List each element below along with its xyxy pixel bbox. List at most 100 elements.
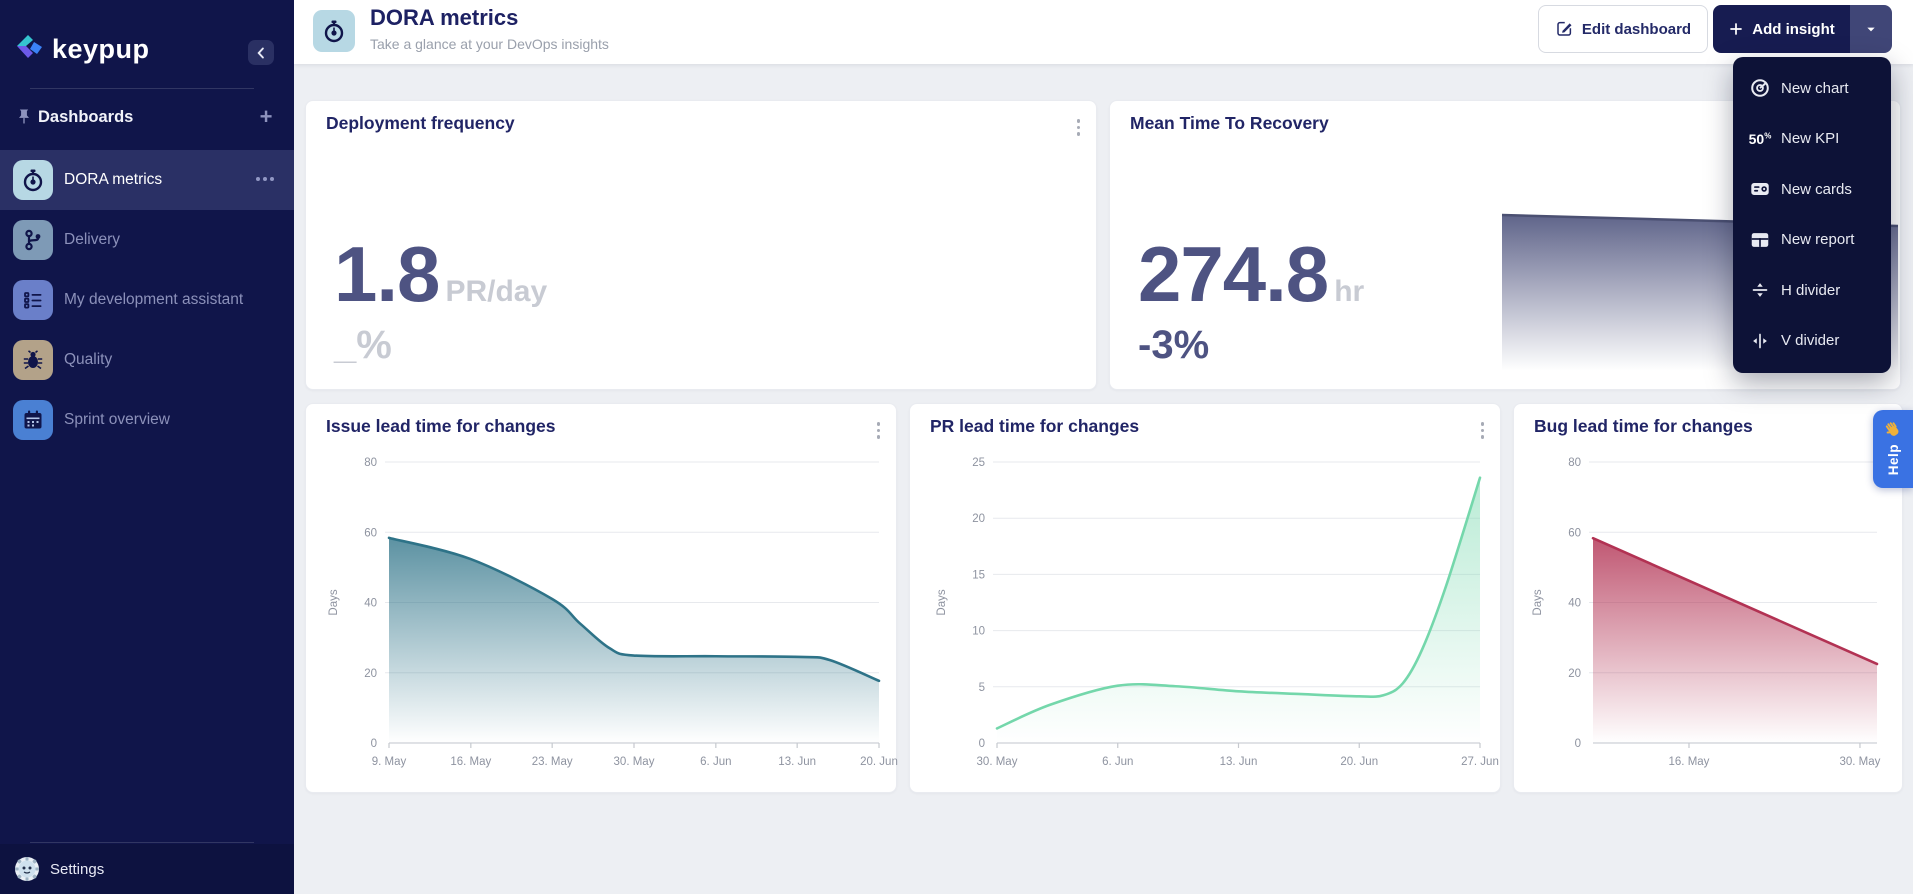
hand-wave-icon bbox=[1883, 420, 1903, 440]
caret-down-icon bbox=[1863, 21, 1879, 37]
svg-text:40: 40 bbox=[364, 598, 377, 610]
svg-text:Days: Days bbox=[936, 589, 948, 615]
kpi-unit: hr bbox=[1334, 275, 1365, 308]
kpi-delta: -3% bbox=[1138, 323, 1210, 367]
svg-text:13. Jun: 13. Jun bbox=[1220, 756, 1258, 768]
sidebar-item-dora-metrics[interactable]: DORA metrics bbox=[0, 150, 294, 210]
svg-text:10: 10 bbox=[972, 626, 985, 638]
sidebar-item-label: Delivery bbox=[64, 231, 120, 248]
menu-item-h-divider[interactable]: H divider bbox=[1733, 265, 1891, 316]
svg-text:60: 60 bbox=[364, 527, 377, 539]
sidebar-item-label: Sprint overview bbox=[64, 411, 170, 428]
logo-row: keypup bbox=[0, 28, 294, 72]
pencil-square-icon bbox=[1555, 20, 1573, 38]
gear-avatar-icon bbox=[14, 856, 40, 882]
chevron-left-icon bbox=[252, 44, 270, 62]
menu-item-label: New KPI bbox=[1781, 130, 1840, 148]
svg-text:0: 0 bbox=[1575, 738, 1581, 750]
svg-text:80: 80 bbox=[364, 457, 377, 469]
pr-lead-time-chart: 0 5 10 15 20 25 30. May 6. Jun 13. Jun 20. Jun 27.… bbox=[936, 457, 1499, 768]
chart-card-bug-lead-time: 0 20 40 60 80 16. May 30. May Days Bug lead tim… bbox=[1513, 403, 1903, 793]
svg-text:6. Jun: 6. Jun bbox=[1102, 756, 1133, 768]
add-insight-button[interactable]: Add insight bbox=[1713, 5, 1850, 53]
svg-text:20: 20 bbox=[364, 668, 377, 680]
stopwatch-icon bbox=[13, 160, 53, 200]
menu-item-label: V divider bbox=[1781, 332, 1840, 350]
svg-text:20. Jun: 20. Jun bbox=[860, 756, 898, 768]
kpi-delta: _% bbox=[334, 323, 392, 367]
sidebar-item-sprint-overview[interactable]: Sprint overview bbox=[0, 390, 294, 450]
sidebar-footer-divider bbox=[30, 842, 254, 843]
svg-text:30. May: 30. May bbox=[977, 756, 1018, 768]
issue-lead-time-chart: 0 20 40 60 80 9. May 16. May 23. May 30. May 6. J… bbox=[328, 457, 898, 768]
sidebar-item-delivery[interactable]: Delivery bbox=[0, 210, 294, 270]
kpi-value: 274.8 bbox=[1138, 230, 1329, 318]
menu-item-label: New report bbox=[1781, 231, 1855, 249]
card-title: PR lead time for changes bbox=[930, 416, 1140, 436]
menu-item-v-divider[interactable]: V divider bbox=[1733, 316, 1891, 367]
help-button[interactable]: Help bbox=[1873, 410, 1913, 488]
donut-chart-icon bbox=[1747, 77, 1773, 99]
card-title: Mean Time To Recovery bbox=[1130, 113, 1329, 133]
menu-item-label: New cards bbox=[1781, 180, 1852, 198]
svg-text:20: 20 bbox=[1568, 668, 1581, 680]
svg-text:9. May: 9. May bbox=[372, 756, 407, 768]
kpi-unit: PR/day bbox=[445, 275, 548, 308]
sidebar-collapse-button[interactable] bbox=[248, 40, 274, 65]
svg-text:15: 15 bbox=[972, 569, 985, 581]
svg-text:40: 40 bbox=[1568, 598, 1581, 610]
main-area: DORA metrics Take a glance at your DevOp… bbox=[294, 0, 1913, 894]
card-title: Bug lead time for changes bbox=[1534, 416, 1753, 436]
svg-text:0: 0 bbox=[371, 738, 377, 750]
sidebar-item-my-development-assistant[interactable]: My development assistant bbox=[0, 270, 294, 330]
dashboards-section-header: Dashboards + bbox=[0, 104, 294, 134]
sidebar-item-quality[interactable]: Quality bbox=[0, 330, 294, 390]
menu-item-new-kpi[interactable]: 50% New KPI bbox=[1733, 114, 1891, 165]
page-title: DORA metrics bbox=[370, 5, 519, 30]
page-subtitle: Take a glance at your DevOps insights bbox=[370, 36, 609, 52]
svg-text:20: 20 bbox=[972, 513, 985, 525]
card-menu-button[interactable] bbox=[1074, 116, 1084, 139]
svg-text:16. May: 16. May bbox=[1669, 756, 1710, 768]
card-menu-button[interactable] bbox=[874, 419, 884, 442]
dashboards-section-title: Dashboards bbox=[38, 108, 134, 126]
item-more-menu-button[interactable] bbox=[256, 177, 274, 181]
chart-card-issue-lead-time: 0 20 40 60 80 9. May 16. May 23. May 30. May 6. J… bbox=[305, 403, 898, 793]
svg-text:30. May: 30. May bbox=[614, 756, 655, 768]
menu-item-new-chart[interactable]: New chart bbox=[1733, 63, 1891, 114]
edit-dashboard-button[interactable]: Edit dashboard bbox=[1538, 5, 1708, 53]
svg-text:16. May: 16. May bbox=[450, 756, 491, 768]
percent-50-icon: 50% bbox=[1748, 130, 1772, 147]
svg-text:5: 5 bbox=[979, 682, 985, 694]
bug-icon bbox=[13, 340, 53, 380]
sidebar-divider bbox=[30, 88, 254, 89]
keypup-logo-icon bbox=[17, 35, 42, 58]
menu-item-new-cards[interactable]: New cards bbox=[1733, 164, 1891, 215]
svg-text:27. Jun: 27. Jun bbox=[1461, 756, 1499, 768]
svg-text:6. Jun: 6. Jun bbox=[700, 756, 731, 768]
kpi-value-row: 1.8 PR/day bbox=[334, 229, 547, 320]
page-header: DORA metrics Take a glance at your DevOp… bbox=[294, 0, 1913, 64]
sidebar: keypup Dashboards + DORA metrics Deliver… bbox=[0, 0, 294, 894]
add-insight-split-button: Add insight bbox=[1713, 5, 1892, 53]
cards-icon bbox=[1747, 178, 1773, 200]
sidebar-item-label: My development assistant bbox=[64, 291, 244, 308]
logo-text: keypup bbox=[52, 34, 150, 64]
dashboard-icon-badge bbox=[313, 10, 355, 52]
stopwatch-icon bbox=[322, 19, 346, 43]
svg-text:23. May: 23. May bbox=[532, 756, 573, 768]
card-title: Issue lead time for changes bbox=[326, 416, 556, 436]
menu-item-new-report[interactable]: New report bbox=[1733, 215, 1891, 266]
card-menu-button[interactable] bbox=[1478, 419, 1488, 442]
menu-item-label: New chart bbox=[1781, 79, 1849, 97]
svg-text:Days: Days bbox=[1532, 589, 1544, 615]
kpi-card-deployment-frequency: Deployment frequency 1.8 PR/day _% bbox=[305, 100, 1097, 390]
sidebar-item-settings[interactable]: Settings bbox=[0, 844, 294, 894]
settings-label: Settings bbox=[50, 860, 105, 878]
v-divider-icon bbox=[1747, 330, 1773, 352]
add-insight-dropdown-button[interactable] bbox=[1850, 5, 1892, 53]
kpi-value: 1.8 bbox=[334, 230, 440, 318]
add-dashboard-button[interactable]: + bbox=[255, 106, 277, 128]
help-label: Help bbox=[1885, 444, 1901, 476]
add-insight-menu: New chart 50% New KPI New cards New repo… bbox=[1733, 57, 1891, 373]
